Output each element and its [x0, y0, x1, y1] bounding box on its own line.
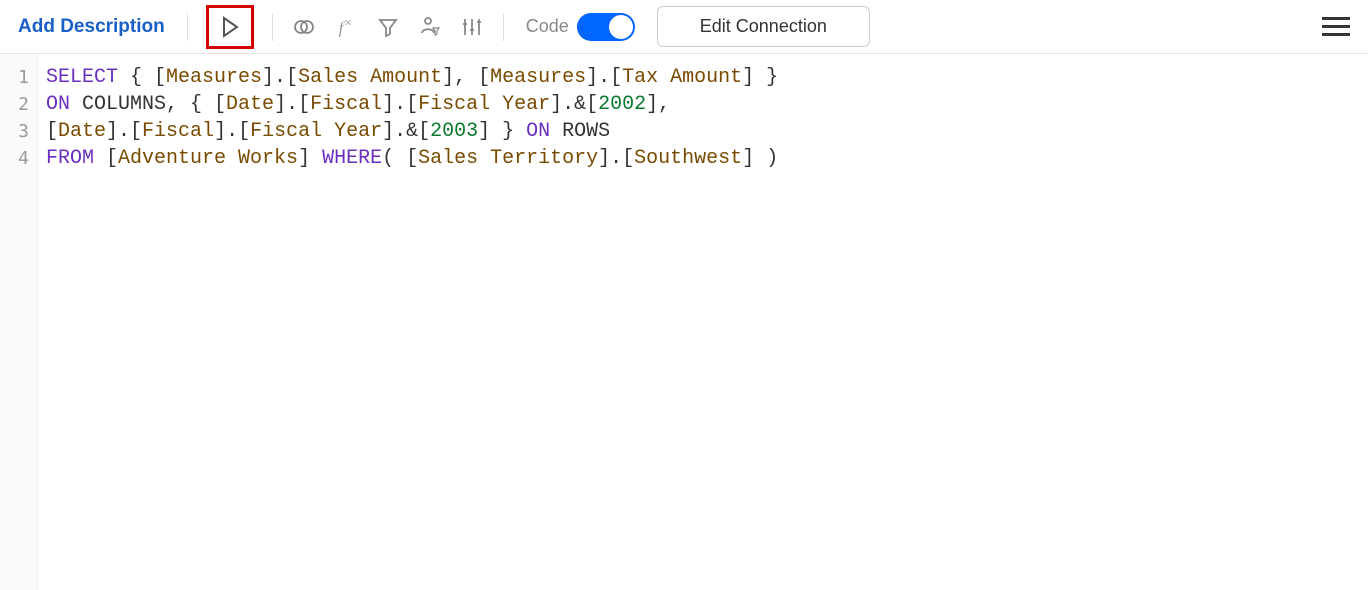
filter-icon — [377, 16, 399, 38]
merge-icon — [292, 15, 316, 39]
separator — [187, 13, 188, 41]
menu-button[interactable] — [1318, 9, 1354, 45]
fx-icon: f× — [339, 15, 353, 39]
separator — [272, 13, 273, 41]
line-number: 1 — [0, 64, 37, 91]
code-line: [Date].[Fiscal].[Fiscal Year].&[2003] } … — [46, 118, 1360, 145]
fx-button[interactable]: f× — [327, 8, 365, 46]
run-button[interactable] — [206, 5, 254, 49]
add-description-link[interactable]: Add Description — [8, 10, 175, 44]
line-gutter: 1234 — [0, 54, 38, 590]
sliders-icon — [460, 15, 484, 39]
toolbar: Add Description f× Code Edit Connection — [0, 0, 1368, 54]
code-line: SELECT { [Measures].[Sales Amount], [Mea… — [46, 64, 1360, 91]
filter-button[interactable] — [369, 8, 407, 46]
merge-button[interactable] — [285, 8, 323, 46]
code-line: ON COLUMNS, { [Date].[Fiscal].[Fiscal Ye… — [46, 91, 1360, 118]
edit-connection-button[interactable]: Edit Connection — [657, 6, 870, 47]
sliders-button[interactable] — [453, 8, 491, 46]
code-area[interactable]: SELECT { [Measures].[Sales Amount], [Mea… — [38, 54, 1368, 590]
toggle-knob — [609, 15, 633, 39]
user-filter-icon — [418, 15, 442, 39]
play-icon — [220, 16, 240, 38]
line-number: 3 — [0, 118, 37, 145]
user-filter-button[interactable] — [411, 8, 449, 46]
line-number: 2 — [0, 91, 37, 118]
code-editor[interactable]: 1234 SELECT { [Measures].[Sales Amount],… — [0, 54, 1368, 590]
hamburger-icon — [1322, 17, 1350, 20]
line-number: 4 — [0, 145, 37, 172]
code-toggle[interactable] — [577, 13, 635, 41]
separator — [503, 13, 504, 41]
code-label: Code — [526, 16, 569, 37]
code-line: FROM [Adventure Works] WHERE( [Sales Ter… — [46, 145, 1360, 172]
